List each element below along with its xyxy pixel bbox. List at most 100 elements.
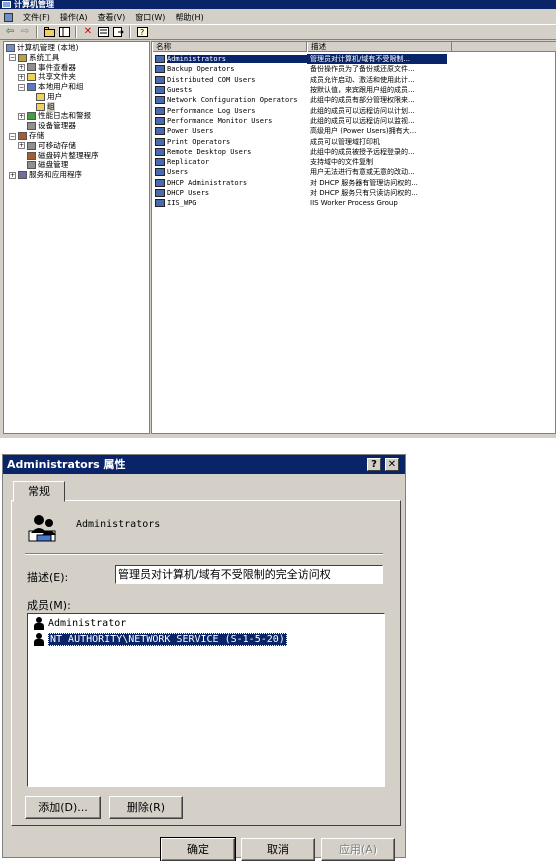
group-icon xyxy=(155,137,165,146)
up-folder-icon[interactable] xyxy=(43,26,55,38)
system-menu-icon[interactable] xyxy=(4,12,13,22)
group-row[interactable]: DHCP Administrators 对 DHCP 服务器有管理访问权的... xyxy=(152,178,556,188)
group-name-cell: Power Users xyxy=(167,127,214,136)
group-row[interactable]: Power Users 高级用户 (Power Users)拥有大... xyxy=(152,126,556,136)
group-icon xyxy=(155,158,165,167)
dialog-title-bar[interactable]: Administrators 属性 ? ✕ xyxy=(3,455,405,474)
group-row[interactable]: Remote Desktop Users 此组中的成员被授予远程登录的... xyxy=(152,147,556,157)
column-header-description[interactable]: 描述 xyxy=(307,42,452,52)
tree-node-defragmenter[interactable]: 磁盘碎片整理程序 xyxy=(4,151,149,161)
tree-node-system-tools[interactable]: − 系统工具 xyxy=(4,53,149,63)
delete-icon[interactable]: ✕ xyxy=(82,26,94,38)
group-name-cell: Distributed COM Users xyxy=(167,75,256,84)
tree-node-event-viewer[interactable]: + 事件查看器 xyxy=(4,63,149,73)
collapse-toggle[interactable]: − xyxy=(18,83,25,91)
column-header-name[interactable]: 名称 xyxy=(152,42,307,52)
menu-file[interactable]: 文件(F) xyxy=(23,12,50,23)
expand-toggle[interactable]: + xyxy=(18,73,25,81)
services-icon xyxy=(18,171,27,180)
expand-toggle[interactable]: + xyxy=(18,112,25,120)
tab-general[interactable]: 常规 xyxy=(13,481,65,502)
groups-list-view[interactable]: 名称 描述 Administrators 管理员对计算机/域有不受限制... Bac… xyxy=(151,41,556,434)
member-item-selected[interactable]: NT AUTHORITY\NETWORK SERVICE (S-1-5-20) xyxy=(32,632,287,647)
group-name: Administrators xyxy=(76,519,161,530)
expand-toggle[interactable]: + xyxy=(18,63,25,71)
group-icon xyxy=(155,147,165,156)
menu-action[interactable]: 操作(A) xyxy=(60,12,88,23)
collapse-toggle[interactable]: − xyxy=(9,132,16,140)
separator xyxy=(25,553,383,555)
forward-icon[interactable]: ⇨ xyxy=(19,26,31,38)
group-name-cell: Remote Desktop Users xyxy=(167,147,252,156)
group-name-cell: Network Configuration Operators xyxy=(167,96,298,105)
users-groups-icon xyxy=(27,83,36,92)
collapse-toggle[interactable]: − xyxy=(9,54,16,62)
group-icon xyxy=(155,127,165,136)
folder-icon xyxy=(36,92,45,101)
tree-node-shared-folders[interactable]: + 共享文件夹 xyxy=(4,72,149,82)
toolbar-separator xyxy=(36,26,38,38)
group-row[interactable]: Network Configuration Operators 此组中的成员有部分… xyxy=(152,95,556,105)
group-row[interactable]: Backup Operators 备份操作员为了备份或还原文件... xyxy=(152,64,556,74)
event-viewer-icon xyxy=(27,63,36,72)
remove-button[interactable]: 删除(R) xyxy=(109,796,183,819)
toolbar-separator xyxy=(129,26,131,38)
members-label: 成员(M): xyxy=(27,599,71,612)
group-description-cell: 此组的成员可以远程访问以监视... xyxy=(310,116,415,125)
administrators-properties-dialog: Administrators 属性 ? ✕ 常规 Administrators … xyxy=(2,454,406,861)
properties-icon[interactable] xyxy=(97,26,109,38)
group-row[interactable]: DHCP Users 对 DHCP 服务只有只读访问权的... xyxy=(152,188,556,198)
group-row[interactable]: Administrators 管理员对计算机/域有不受限制... xyxy=(152,54,556,65)
help-button[interactable]: ? xyxy=(367,458,381,471)
group-description-cell: 成员允许启动、激活和使用此计... xyxy=(310,75,415,84)
list-header: 名称 描述 xyxy=(152,42,556,52)
group-row[interactable]: Performance Log Users 此组的成员可以远程访问以计划... xyxy=(152,106,556,116)
group-row[interactable]: Print Operators 成员可以管理域打印机 xyxy=(152,136,556,146)
group-name-cell: IIS_WPG xyxy=(167,199,197,208)
group-name-cell: Performance Log Users xyxy=(167,106,256,115)
add-button[interactable]: 添加(D)... xyxy=(25,796,101,819)
group-row[interactable]: Users 用户无法进行有意或无意的改动... xyxy=(152,167,556,177)
export-icon[interactable] xyxy=(112,26,124,38)
group-icon xyxy=(155,65,165,74)
window-title-bar[interactable]: 计算机管理 xyxy=(0,0,556,9)
show-tree-icon[interactable] xyxy=(58,26,70,38)
member-item[interactable]: Administrator xyxy=(32,616,126,631)
expand-toggle[interactable]: + xyxy=(18,142,25,150)
menu-view[interactable]: 查看(V) xyxy=(98,12,126,23)
group-name-cell: Users xyxy=(167,168,189,177)
menu-window[interactable]: 窗口(W) xyxy=(135,12,165,23)
console-tree[interactable]: 计算机管理 (本地) − 系统工具 + 事件查看器 + 共享文件夹 − 本地用户… xyxy=(3,41,150,434)
tree-node-computer-management[interactable]: 计算机管理 (本地) xyxy=(4,43,149,53)
tree-node-storage[interactable]: − 存储 xyxy=(4,131,149,141)
menu-help[interactable]: 帮助(H) xyxy=(175,12,203,23)
group-description-cell: IIS Worker Process Group xyxy=(310,199,398,208)
tree-node-users[interactable]: 用户 xyxy=(4,92,149,102)
user-icon xyxy=(32,633,46,646)
tree-node-services-apps[interactable]: + 服务和应用程序 xyxy=(4,170,149,180)
tree-node-device-manager[interactable]: 设备管理器 xyxy=(4,121,149,131)
group-description-cell: 成员可以管理域打印机 xyxy=(310,137,380,146)
tree-node-removable-storage[interactable]: + 可移动存储 xyxy=(4,141,149,151)
group-row[interactable]: Replicator 支持域中的文件复制 xyxy=(152,157,556,167)
group-description-cell: 对 DHCP 服务器有管理访问权的... xyxy=(310,178,418,187)
group-description-cell: 用户无法进行有意或无意的改动... xyxy=(310,168,415,177)
help-icon[interactable]: ? xyxy=(136,26,148,38)
group-row[interactable]: Guests 按默认值，来宾跟用户组的成员... xyxy=(152,85,556,95)
group-row[interactable]: Distributed COM Users 成员允许启动、激活和使用此计... xyxy=(152,75,556,85)
tree-node-performance-logs[interactable]: + 性能日志和警报 xyxy=(4,111,149,122)
group-icon xyxy=(28,515,56,542)
description-field[interactable]: 管理员对计算机/域有不受限制的完全访问权 xyxy=(115,565,383,584)
group-name-cell: Administrators xyxy=(167,55,307,64)
close-button[interactable]: ✕ xyxy=(385,458,399,471)
group-description-cell: 此组的成员可以远程访问以计划... xyxy=(310,106,415,115)
expand-toggle[interactable]: + xyxy=(9,171,16,179)
back-icon[interactable]: ⇦ xyxy=(4,26,16,38)
group-row[interactable]: IIS_WPG IIS Worker Process Group xyxy=(152,198,556,208)
menu-bar: 文件(F) 操作(A) 查看(V) 窗口(W) 帮助(H) xyxy=(0,10,556,24)
tree-node-disk-management[interactable]: 磁盘管理 xyxy=(4,160,149,171)
tree-node-local-users-groups[interactable]: − 本地用户和组 xyxy=(4,82,149,92)
group-name-cell: Performance Monitor Users xyxy=(167,116,273,125)
members-list[interactable]: Administrator NT AUTHORITY\NETWORK SERVI… xyxy=(27,613,385,787)
group-row[interactable]: Performance Monitor Users 此组的成员可以远程访问以监视.… xyxy=(152,116,556,126)
